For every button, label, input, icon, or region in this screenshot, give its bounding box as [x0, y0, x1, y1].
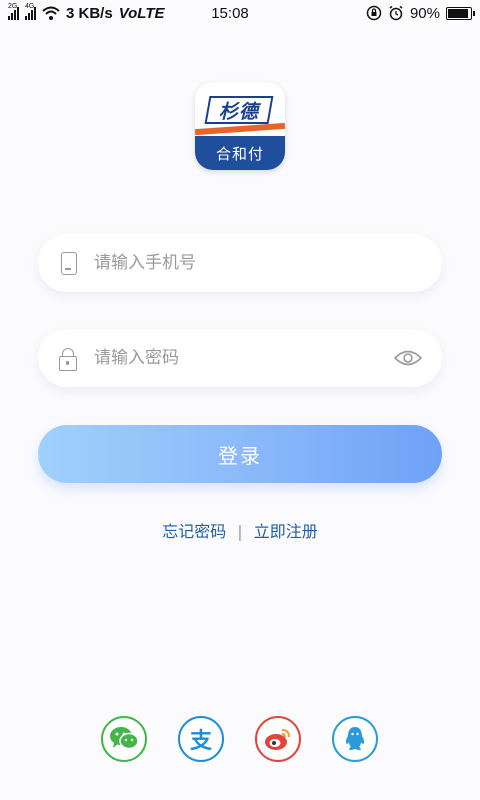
status-right: 90% [272, 4, 475, 22]
logo-mark: 杉德 [204, 96, 274, 124]
alipay-icon: 支 [189, 729, 212, 754]
password-input[interactable] [94, 348, 394, 368]
logo-bottom: 合和付 [195, 136, 285, 170]
lock-icon [58, 346, 78, 371]
password-field[interactable] [38, 329, 442, 387]
network-speed: 3 KB/s [66, 4, 113, 22]
wechat-icon [110, 727, 139, 750]
weibo-icon [265, 729, 290, 750]
phone-field[interactable] [38, 234, 442, 292]
logo-brand-text: 杉德 [218, 100, 259, 123]
qq-login-button[interactable] [332, 716, 378, 762]
wechat-login-button[interactable] [101, 716, 147, 762]
alipay-login-button[interactable]: 支 [178, 716, 224, 762]
forgot-password-link[interactable]: 忘记密码 [162, 518, 226, 542]
status-bar: 2G 4G 3 KB/s VoLTE 15:08 90% [0, 0, 480, 26]
phone-input[interactable] [94, 253, 422, 273]
clock: 15:08 [211, 4, 249, 22]
network-type-label-2: 4G [25, 3, 35, 10]
qq-icon [345, 727, 365, 750]
links-separator: | [237, 522, 243, 541]
wifi-icon [42, 6, 60, 20]
battery-fill [448, 8, 468, 18]
logo-sub-text: 合和付 [215, 144, 264, 163]
weibo-login-button[interactable] [255, 716, 301, 762]
battery-icon [446, 6, 475, 20]
signal-icon: 2G [8, 3, 19, 20]
auth-links: 忘记密码 | 立即注册 [0, 518, 480, 542]
status-left: 2G 4G 3 KB/s VoLTE [8, 3, 208, 22]
alarm-icon [389, 5, 403, 21]
network-type-label: 2G [8, 3, 18, 10]
app-logo: 杉德 合和付 [195, 82, 285, 170]
eye-icon[interactable] [394, 349, 422, 367]
phone-icon [58, 251, 78, 275]
battery-percent: 90% [409, 4, 440, 22]
signal-icon-2: 4G [25, 3, 36, 20]
rotation-lock-icon [366, 5, 382, 21]
register-link[interactable]: 立即注册 [254, 518, 318, 542]
login-button[interactable]: 登录 [38, 425, 442, 483]
volte-label: VoLTE [118, 4, 165, 22]
